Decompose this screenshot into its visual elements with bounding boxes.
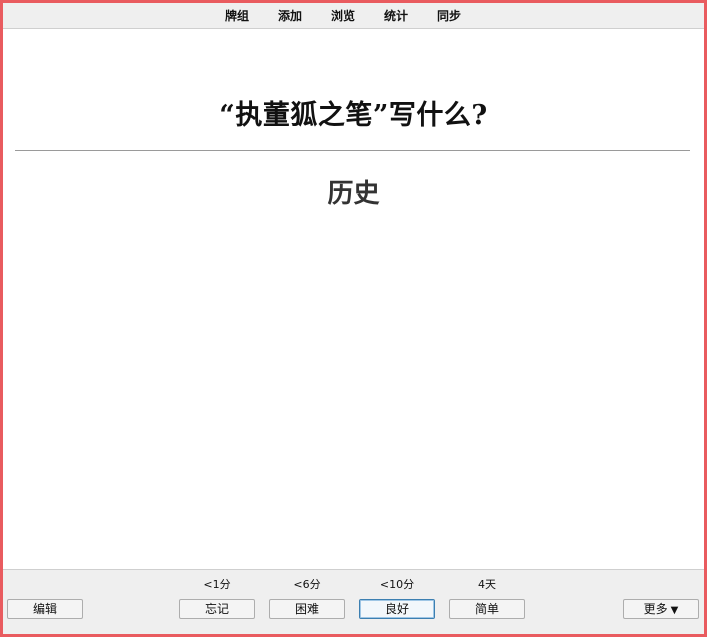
main-menu: 牌组 添加 浏览 统计 同步: [225, 7, 490, 25]
good-button[interactable]: 良好: [359, 599, 435, 619]
card-question: “执董狐之笔”写什么?: [219, 100, 488, 131]
hard-button[interactable]: 困难: [269, 599, 345, 619]
dropdown-arrow-icon: ▼: [670, 605, 679, 616]
menu-sync[interactable]: 同步: [437, 7, 490, 25]
interval-easy: 4天: [478, 578, 496, 591]
menu-add[interactable]: 添加: [278, 7, 331, 25]
interval-again: <1分: [203, 578, 231, 591]
interval-hard: <6分: [293, 578, 321, 591]
top-menu-bar: 牌组 添加 浏览 统计 同步: [3, 3, 704, 29]
menu-stats[interactable]: 统计: [384, 7, 437, 25]
more-button[interactable]: 更多 ▼: [623, 599, 699, 619]
edit-button[interactable]: 编辑: [7, 599, 83, 619]
answer-separator: [15, 150, 690, 151]
review-bottom-bar: 编辑 <1分 忘记 <6分 困难 <10分 良好 4天 简单 更多 ▼: [3, 569, 704, 634]
easy-button[interactable]: 简单: [449, 599, 525, 619]
card-answer: 历史: [327, 179, 380, 209]
more-label: 更多: [643, 602, 668, 616]
menu-browse[interactable]: 浏览: [331, 7, 384, 25]
card-view: “执董狐之笔”写什么? 历史: [3, 29, 704, 566]
app-window: 牌组 添加 浏览 统计 同步 “执董狐之笔”写什么? 历史 编辑 <1分 忘记 …: [0, 0, 707, 637]
interval-good: <10分: [379, 578, 415, 591]
again-button[interactable]: 忘记: [179, 599, 255, 619]
menu-decks[interactable]: 牌组: [225, 7, 278, 25]
